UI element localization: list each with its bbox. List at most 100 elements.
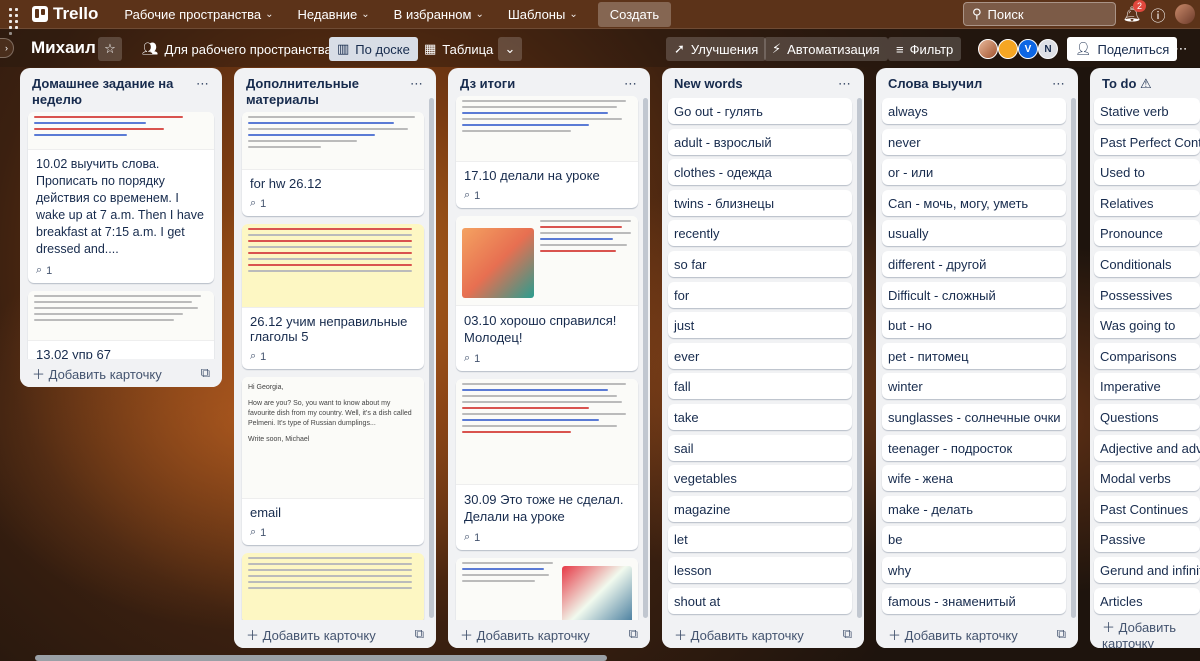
user-avatar[interactable] [1175, 4, 1195, 24]
list-title[interactable]: Домашнее задание на неделю [32, 76, 196, 108]
automation-button[interactable]: ⚡︎ Автоматизация [764, 37, 888, 61]
board-horizontal-scrollbar[interactable] [35, 655, 607, 661]
list-scrollbar[interactable] [1071, 98, 1076, 618]
filter-button[interactable]: ≡ Фильтр [888, 37, 962, 61]
word-card[interactable]: teenager - подросток [882, 434, 1066, 461]
word-card[interactable]: clothes - одежда [668, 159, 852, 186]
list-title[interactable]: Слова выучил [888, 76, 982, 92]
view-board-button[interactable]: ▥ По доске [329, 37, 418, 61]
add-card-button[interactable]: ＋ Добавить карточку ⧉ [448, 620, 650, 648]
word-card[interactable]: Modal verbs [1094, 465, 1200, 492]
card[interactable]: Hi Georgia, How are you? So, you want to … [242, 377, 424, 545]
word-card[interactable]: Comparisons [1094, 342, 1200, 369]
menu-workspaces[interactable]: Рабочие пространства ⌄ [116, 2, 281, 27]
menu-templates[interactable]: Шаблоны ⌄ [500, 2, 586, 27]
word-card[interactable]: vegetables [668, 465, 852, 492]
list-title[interactable]: New words [674, 76, 743, 92]
word-card[interactable]: or - или [882, 159, 1066, 186]
word-card[interactable]: Used to [1094, 159, 1200, 186]
word-card[interactable]: winter [882, 373, 1066, 400]
word-card[interactable]: famous - знаменитый [882, 587, 1066, 614]
word-card[interactable]: let [668, 526, 852, 553]
word-card[interactable]: Gerund and infinitive [1094, 556, 1200, 583]
word-card[interactable]: Can - мочь, могу, уметь [882, 189, 1066, 216]
word-card[interactable]: magazine [668, 495, 852, 522]
word-card[interactable]: Possessives [1094, 281, 1200, 308]
views-chevron-down-icon[interactable]: ⌄ [498, 37, 522, 61]
visibility-button[interactable]: 👥︎ Для рабочего пространства [134, 37, 340, 61]
list-menu-icon[interactable]: ⋯ [196, 76, 210, 108]
app-switcher-icon[interactable] [6, 5, 24, 35]
word-card[interactable]: twins - близнецы [668, 189, 852, 216]
add-card-button[interactable]: ＋ Добавить карточку [1090, 620, 1200, 648]
menu-recent[interactable]: Недавние ⌄ [290, 2, 378, 27]
word-card[interactable]: but - но [882, 312, 1066, 339]
word-card[interactable]: adult - взрослый [668, 128, 852, 155]
star-board-icon[interactable]: ☆ [98, 37, 122, 61]
more-options-icon[interactable]: ⋯ [1168, 37, 1194, 61]
add-card-button[interactable]: ＋ Добавить карточку ⧉ [876, 620, 1078, 648]
member-avatar[interactable] [978, 39, 998, 59]
add-card-button[interactable]: ＋ Добавить карточку ⧉ [20, 359, 222, 387]
board-title[interactable]: Михаил [31, 38, 96, 58]
word-card[interactable]: be [882, 526, 1066, 553]
word-card[interactable]: Difficult - сложный [882, 281, 1066, 308]
add-card-button[interactable]: ＋ Добавить карточку ⧉ [662, 620, 864, 648]
word-card[interactable]: why [882, 556, 1066, 583]
word-card[interactable]: make - делать [882, 495, 1066, 522]
list-scrollbar[interactable] [429, 98, 434, 618]
word-card[interactable]: Stative verb [1094, 98, 1200, 124]
word-card[interactable]: wife - жена [882, 465, 1066, 492]
list-menu-icon[interactable]: ⋯ [624, 76, 638, 92]
template-icon[interactable]: ⧉ [1057, 626, 1066, 642]
word-card[interactable]: Imperative [1094, 373, 1200, 400]
list-title[interactable]: To do ⚠ [1102, 76, 1152, 92]
upgrades-button[interactable]: ➚ Улучшения [666, 37, 767, 61]
menu-starred[interactable]: В избранном ⌄ [386, 2, 492, 27]
word-card[interactable]: sail [668, 434, 852, 461]
card[interactable]: for hw 26.12 ⌕ 1 [242, 112, 424, 216]
list-title[interactable]: Дз итоги [460, 76, 515, 92]
word-card[interactable]: Go out - гулять [668, 98, 852, 124]
word-card[interactable]: always [882, 98, 1066, 124]
word-card[interactable]: Past Continues [1094, 495, 1200, 522]
word-card[interactable]: fall [668, 373, 852, 400]
card[interactable] [242, 553, 424, 623]
word-card[interactable]: Conditionals [1094, 250, 1200, 277]
word-card[interactable]: so far [668, 250, 852, 277]
sidebar-toggle-chevron-icon[interactable]: › [0, 38, 14, 58]
word-card[interactable]: Pronounce [1094, 220, 1200, 247]
template-icon[interactable]: ⧉ [201, 365, 210, 381]
word-card[interactable]: ever [668, 342, 852, 369]
list-menu-icon[interactable]: ⋯ [410, 76, 424, 108]
word-card[interactable]: lesson [668, 556, 852, 583]
word-card[interactable]: Questions [1094, 403, 1200, 430]
word-card[interactable]: Adjective and adverb [1094, 434, 1200, 461]
word-card[interactable]: Past Perfect Continuous [1094, 128, 1200, 155]
card[interactable] [456, 558, 638, 628]
word-card[interactable]: sunglasses - солнечные очки [882, 403, 1066, 430]
add-card-button[interactable]: ＋ Добавить карточку ⧉ [234, 620, 436, 648]
word-card[interactable]: for [668, 281, 852, 308]
template-icon[interactable]: ⧉ [843, 626, 852, 642]
help-icon[interactable]: ⓘ [1148, 5, 1168, 26]
list-menu-icon[interactable]: ⋯ [1052, 76, 1066, 92]
list-title[interactable]: Дополнительные материалы [246, 76, 410, 108]
member-avatar-n[interactable]: N [1038, 39, 1058, 59]
word-card[interactable]: take [668, 403, 852, 430]
trello-logo[interactable]: Trello [32, 4, 98, 24]
member-avatar[interactable] [998, 39, 1018, 59]
view-table-button[interactable]: ▦ Таблица [416, 37, 501, 61]
share-button[interactable]: 👤︎ Поделиться [1067, 37, 1178, 61]
card[interactable]: 03.10 хорошо справился! Молодец! ⌕ 1 [456, 216, 638, 371]
search-input[interactable]: ⚲ Поиск [963, 2, 1116, 26]
template-icon[interactable]: ⧉ [415, 626, 424, 642]
card[interactable]: 10.02 выучить слова. Прописать по порядк… [28, 112, 214, 283]
word-card[interactable]: Relatives [1094, 189, 1200, 216]
list-scrollbar[interactable] [857, 98, 862, 618]
list-menu-icon[interactable]: ⋯ [838, 76, 852, 92]
word-card[interactable]: never [882, 128, 1066, 155]
word-card[interactable]: pet - питомец [882, 342, 1066, 369]
word-card[interactable]: Passive [1094, 526, 1200, 553]
word-card[interactable]: shout at [668, 587, 852, 614]
